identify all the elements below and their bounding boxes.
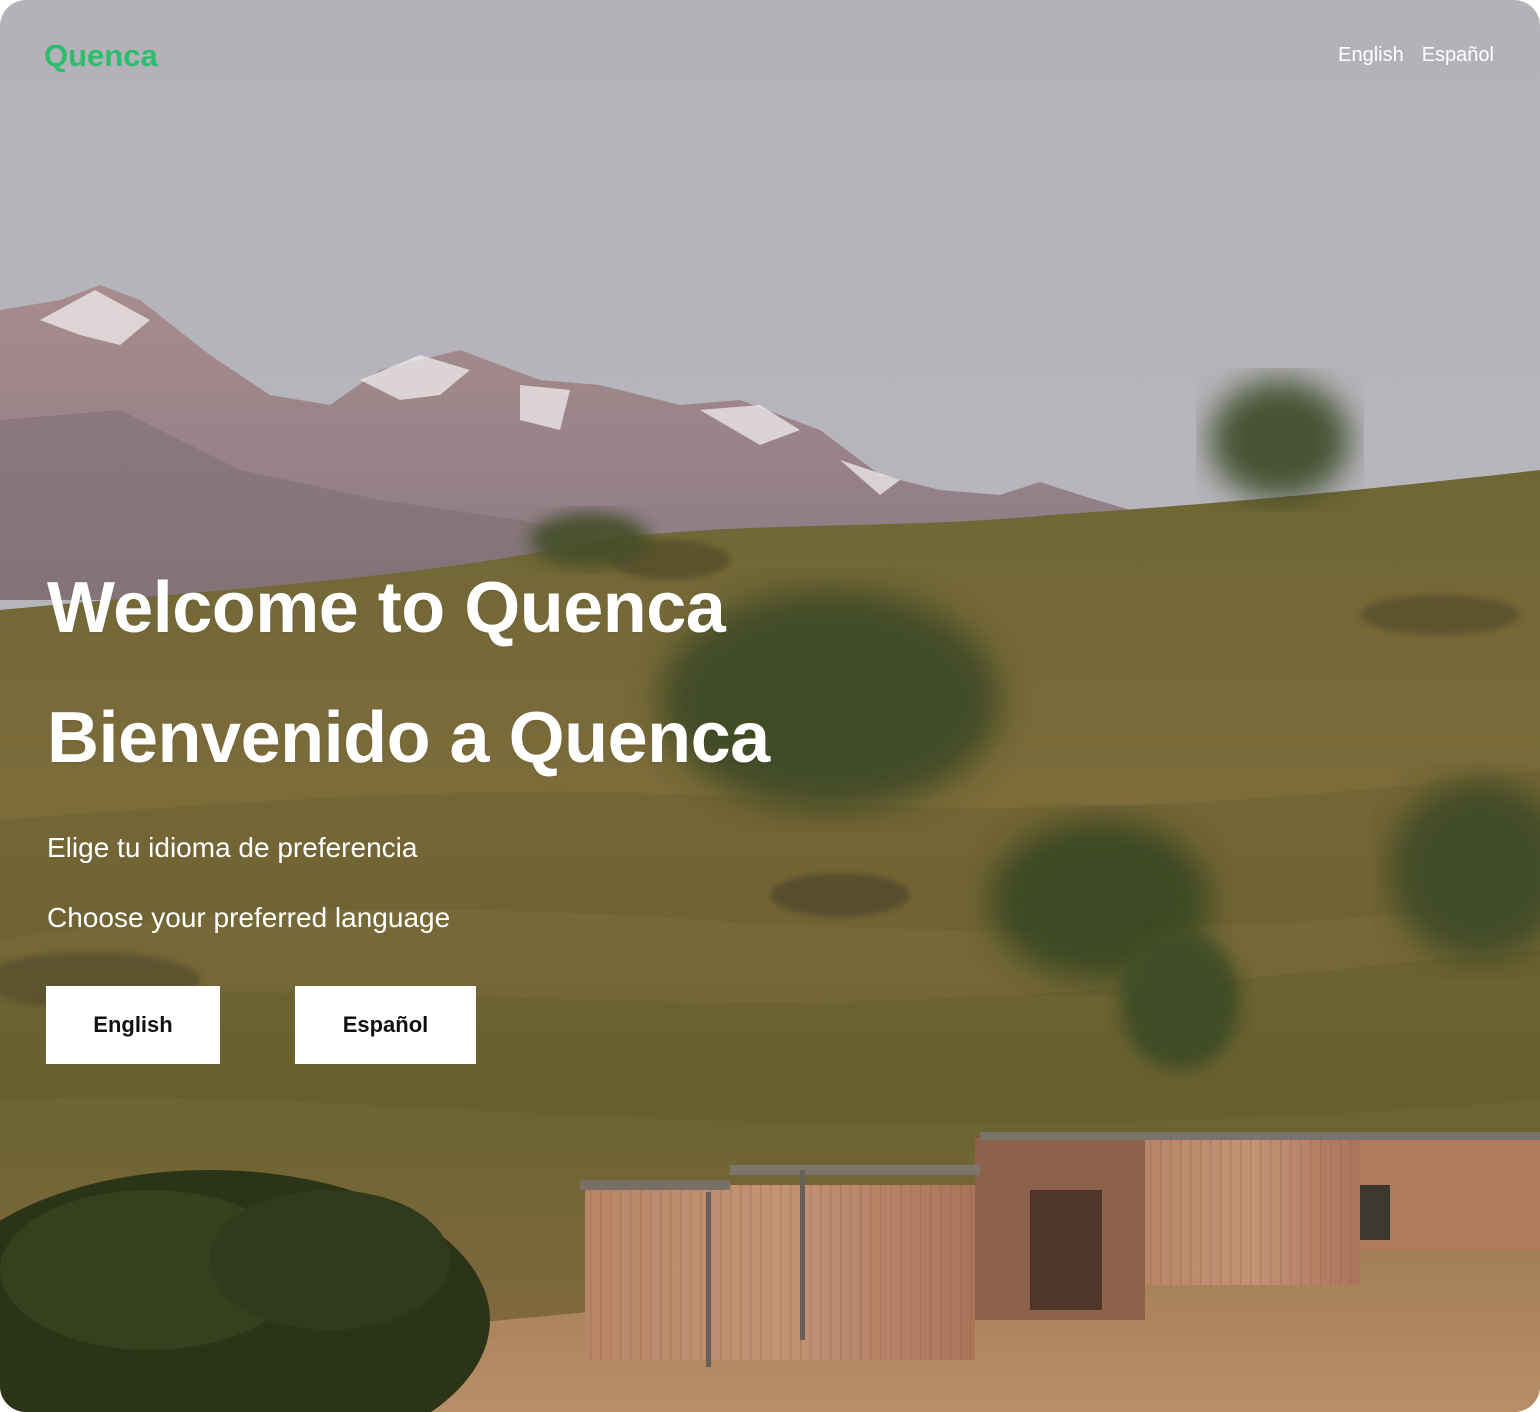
landing-page: Quenca English Español Welcome to Quenca… [0, 0, 1540, 1412]
welcome-title-english: Welcome to Quenca [47, 568, 726, 648]
quenca-logo[interactable]: Quenca [44, 34, 188, 78]
svg-text:Quenca: Quenca [44, 38, 158, 73]
english-button[interactable]: English [46, 986, 220, 1064]
choose-language-text-spanish: Elige tu idioma de preferencia [47, 832, 418, 863]
espanol-button[interactable]: Español [295, 986, 476, 1064]
header-language-nav: English Español [1338, 44, 1494, 67]
welcome-title-spanish: Bienvenido a Quenca [47, 698, 770, 778]
nav-link-english[interactable]: English [1338, 44, 1404, 67]
nav-link-espanol[interactable]: Español [1422, 44, 1494, 67]
choose-language-text-english: Choose your preferred language [47, 902, 451, 933]
